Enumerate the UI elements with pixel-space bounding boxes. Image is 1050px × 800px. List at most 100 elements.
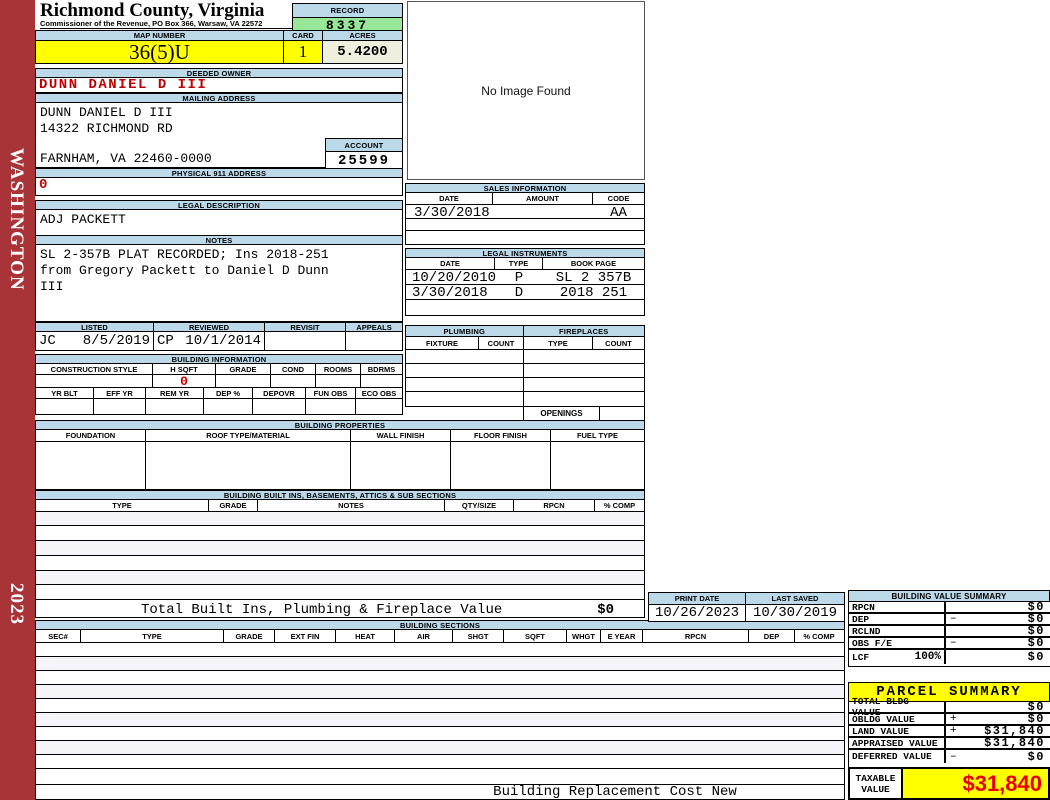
listed-by: JC — [39, 333, 56, 349]
bvs-label: LCF — [852, 651, 870, 663]
builtin-notes-label: NOTES — [258, 500, 445, 511]
cond-value — [271, 375, 316, 387]
taxable-value-row: TAXABLE VALUE $31,840 — [848, 767, 1050, 800]
fireplace-type-label: TYPE — [524, 337, 593, 349]
sales-row: 3/30/2018 AA — [406, 205, 644, 221]
ecoobs-value — [356, 399, 402, 414]
sales-information-title: SALES INFORMATION — [405, 183, 645, 193]
reviewed-value: CP 10/1/2014 — [154, 332, 265, 350]
instrument-row: 3/30/2018 D 2018 251 — [406, 285, 644, 301]
sec-num-label: SEC# — [36, 630, 81, 642]
bvs-label: DEP — [852, 613, 870, 625]
remyr-value — [146, 399, 204, 414]
sec-type-label: TYPE — [81, 630, 224, 642]
building-info-header-row1: CONSTRUCTION STYLE H SQFT GRADE COND ROO… — [35, 364, 403, 375]
notes-label: NOTES — [35, 235, 403, 245]
depovr-value — [253, 399, 306, 414]
appeals-value — [346, 332, 402, 350]
bvs-label: RCLND — [852, 625, 881, 637]
instruments-header-row: DATE TYPE BOOK PAGE — [405, 258, 645, 270]
parcel-label: OBLDG VALUE — [852, 713, 915, 725]
construction-style-value — [36, 375, 153, 387]
builtin-qty-label: QTY/SIZE — [445, 500, 514, 511]
wall-finish-value — [351, 442, 451, 489]
legal-description-label: LEGAL DESCRIPTION — [35, 200, 403, 210]
last-saved-value: 10/30/2019 — [752, 605, 837, 621]
bvs-label: RPCN — [852, 601, 875, 613]
sec-comp-label: % COMP — [803, 631, 835, 641]
appeals-label: APPEALS — [356, 322, 392, 332]
parcel-label: APPRAISED VALUE — [852, 737, 938, 749]
parcel-row-deferred: DEFERRED VALUE – $0 — [849, 750, 1050, 764]
grade-label: GRADE — [216, 364, 271, 374]
building-value-summary-title: BUILDING VALUE SUMMARY — [848, 590, 1050, 602]
legal-instruments-title: LEGAL INSTRUMENTS — [405, 248, 645, 258]
map-header-row: MAP NUMBER CARD ACRES — [35, 30, 403, 41]
instrument-type: P — [514, 270, 524, 286]
instrument-bookpage-label: BOOK PAGE — [570, 259, 617, 268]
taxable-value-label: TAXABLE VALUE — [850, 769, 903, 798]
parcel-op: – — [950, 750, 957, 763]
page-title: Richmond County, Virginia — [40, 0, 265, 21]
bdrms-value — [361, 375, 402, 387]
ecoobs-label: ECO OBS — [361, 388, 397, 398]
building-info-value-row2 — [35, 399, 403, 415]
instrument-bookpage: 2018 251 — [559, 285, 628, 301]
fixture-label: FIXTURE — [406, 337, 479, 349]
fixture-count-label: COUNT — [479, 337, 524, 349]
bvs-row-dep: DEP – $0 — [849, 612, 1050, 626]
instrument-type-label: TYPE — [495, 258, 543, 269]
acres-label: ACRES — [349, 31, 376, 40]
print-info-header-row: PRINT DATE LAST SAVED — [648, 592, 845, 605]
sales-rows: 3/30/2018 AA — [405, 205, 645, 245]
mailing-line-1: DUNN DANIEL D III — [40, 105, 173, 120]
map-value-row: 36(5)U 1 5.4200 — [35, 40, 403, 64]
print-info-value-row: 10/26/2023 10/30/2019 — [648, 605, 845, 622]
instrument-date-label: DATE — [406, 258, 495, 269]
floor-finish-label: FLOOR FINISH — [451, 430, 551, 441]
sec-rpcn-label: RPCN — [643, 630, 749, 642]
account-box: ACCOUNT 25599 — [325, 138, 403, 171]
built-ins-rows — [35, 512, 645, 600]
built-ins-total-label: Total Built Ins, Plumbing & Fireplace Va… — [141, 602, 503, 618]
hsqft-value: 0 — [153, 374, 216, 389]
cond-label: COND — [271, 364, 316, 374]
parcel-row-appraised: APPRAISED VALUE $31,840 — [849, 736, 1050, 750]
construction-style-label: CONSTRUCTION STYLE — [36, 364, 153, 374]
sales-row — [406, 231, 644, 243]
building-sections-footer: Building Replacement Cost New — [35, 785, 845, 800]
reviewed-label: REVIEWED — [154, 323, 265, 332]
foundation-label: FOUNDATION — [36, 430, 146, 441]
sale-date: 3/30/2018 — [414, 205, 490, 221]
plumbing-rows — [405, 350, 645, 407]
notes-line-3: III — [40, 279, 64, 294]
building-properties-header-row: FOUNDATION ROOF TYPE/MATERIAL WALL FINIS… — [35, 430, 645, 442]
openings-value — [600, 407, 645, 421]
mailing-address-label: MAILING ADDRESS — [35, 93, 403, 103]
year-sidebar: WASHINGTON 2023 — [0, 0, 35, 800]
built-ins-total-value: $0 — [597, 602, 614, 618]
page-subtitle: Commissioner of the Revenue, PO Box 366,… — [40, 19, 263, 28]
instrument-row — [406, 300, 644, 314]
building-value-summary-table: RPCN $0 DEP – $0 RCLND $0 OBS F/E – $0 LCF… — [848, 600, 1050, 667]
builtin-grade-label: GRADE — [209, 500, 258, 511]
sales-date-label: DATE — [406, 193, 493, 204]
mailing-line-3: FARNHAM, VA 22460-0000 — [40, 151, 212, 166]
building-properties-title: BUILDING PROPERTIES — [35, 420, 645, 430]
parcel-op: + — [950, 725, 957, 737]
acres-value: 5.4200 — [323, 41, 402, 63]
legal-description-value: ADJ PACKETT — [35, 210, 403, 238]
roof-label: ROOF TYPE/MATERIAL — [146, 430, 351, 441]
builtin-type-label: TYPE — [36, 500, 209, 511]
building-information-title: BUILDING INFORMATION — [35, 354, 403, 364]
built-ins-title: BUILDING BUILT INS, BASEMENTS, ATTICS & … — [35, 490, 645, 500]
sec-air-label: AIR — [395, 630, 453, 642]
revisit-value — [265, 332, 346, 350]
sales-amount-label: AMOUNT — [493, 193, 593, 204]
wall-finish-label: WALL FINISH — [351, 430, 451, 441]
parcel-op: + — [950, 713, 957, 725]
parcel-label: DEFERRED VALUE — [852, 751, 932, 762]
taxable-label-line1: TAXABLE — [855, 772, 896, 784]
listed-label: LISTED — [36, 323, 154, 332]
tax-year: 2023 — [6, 583, 27, 625]
